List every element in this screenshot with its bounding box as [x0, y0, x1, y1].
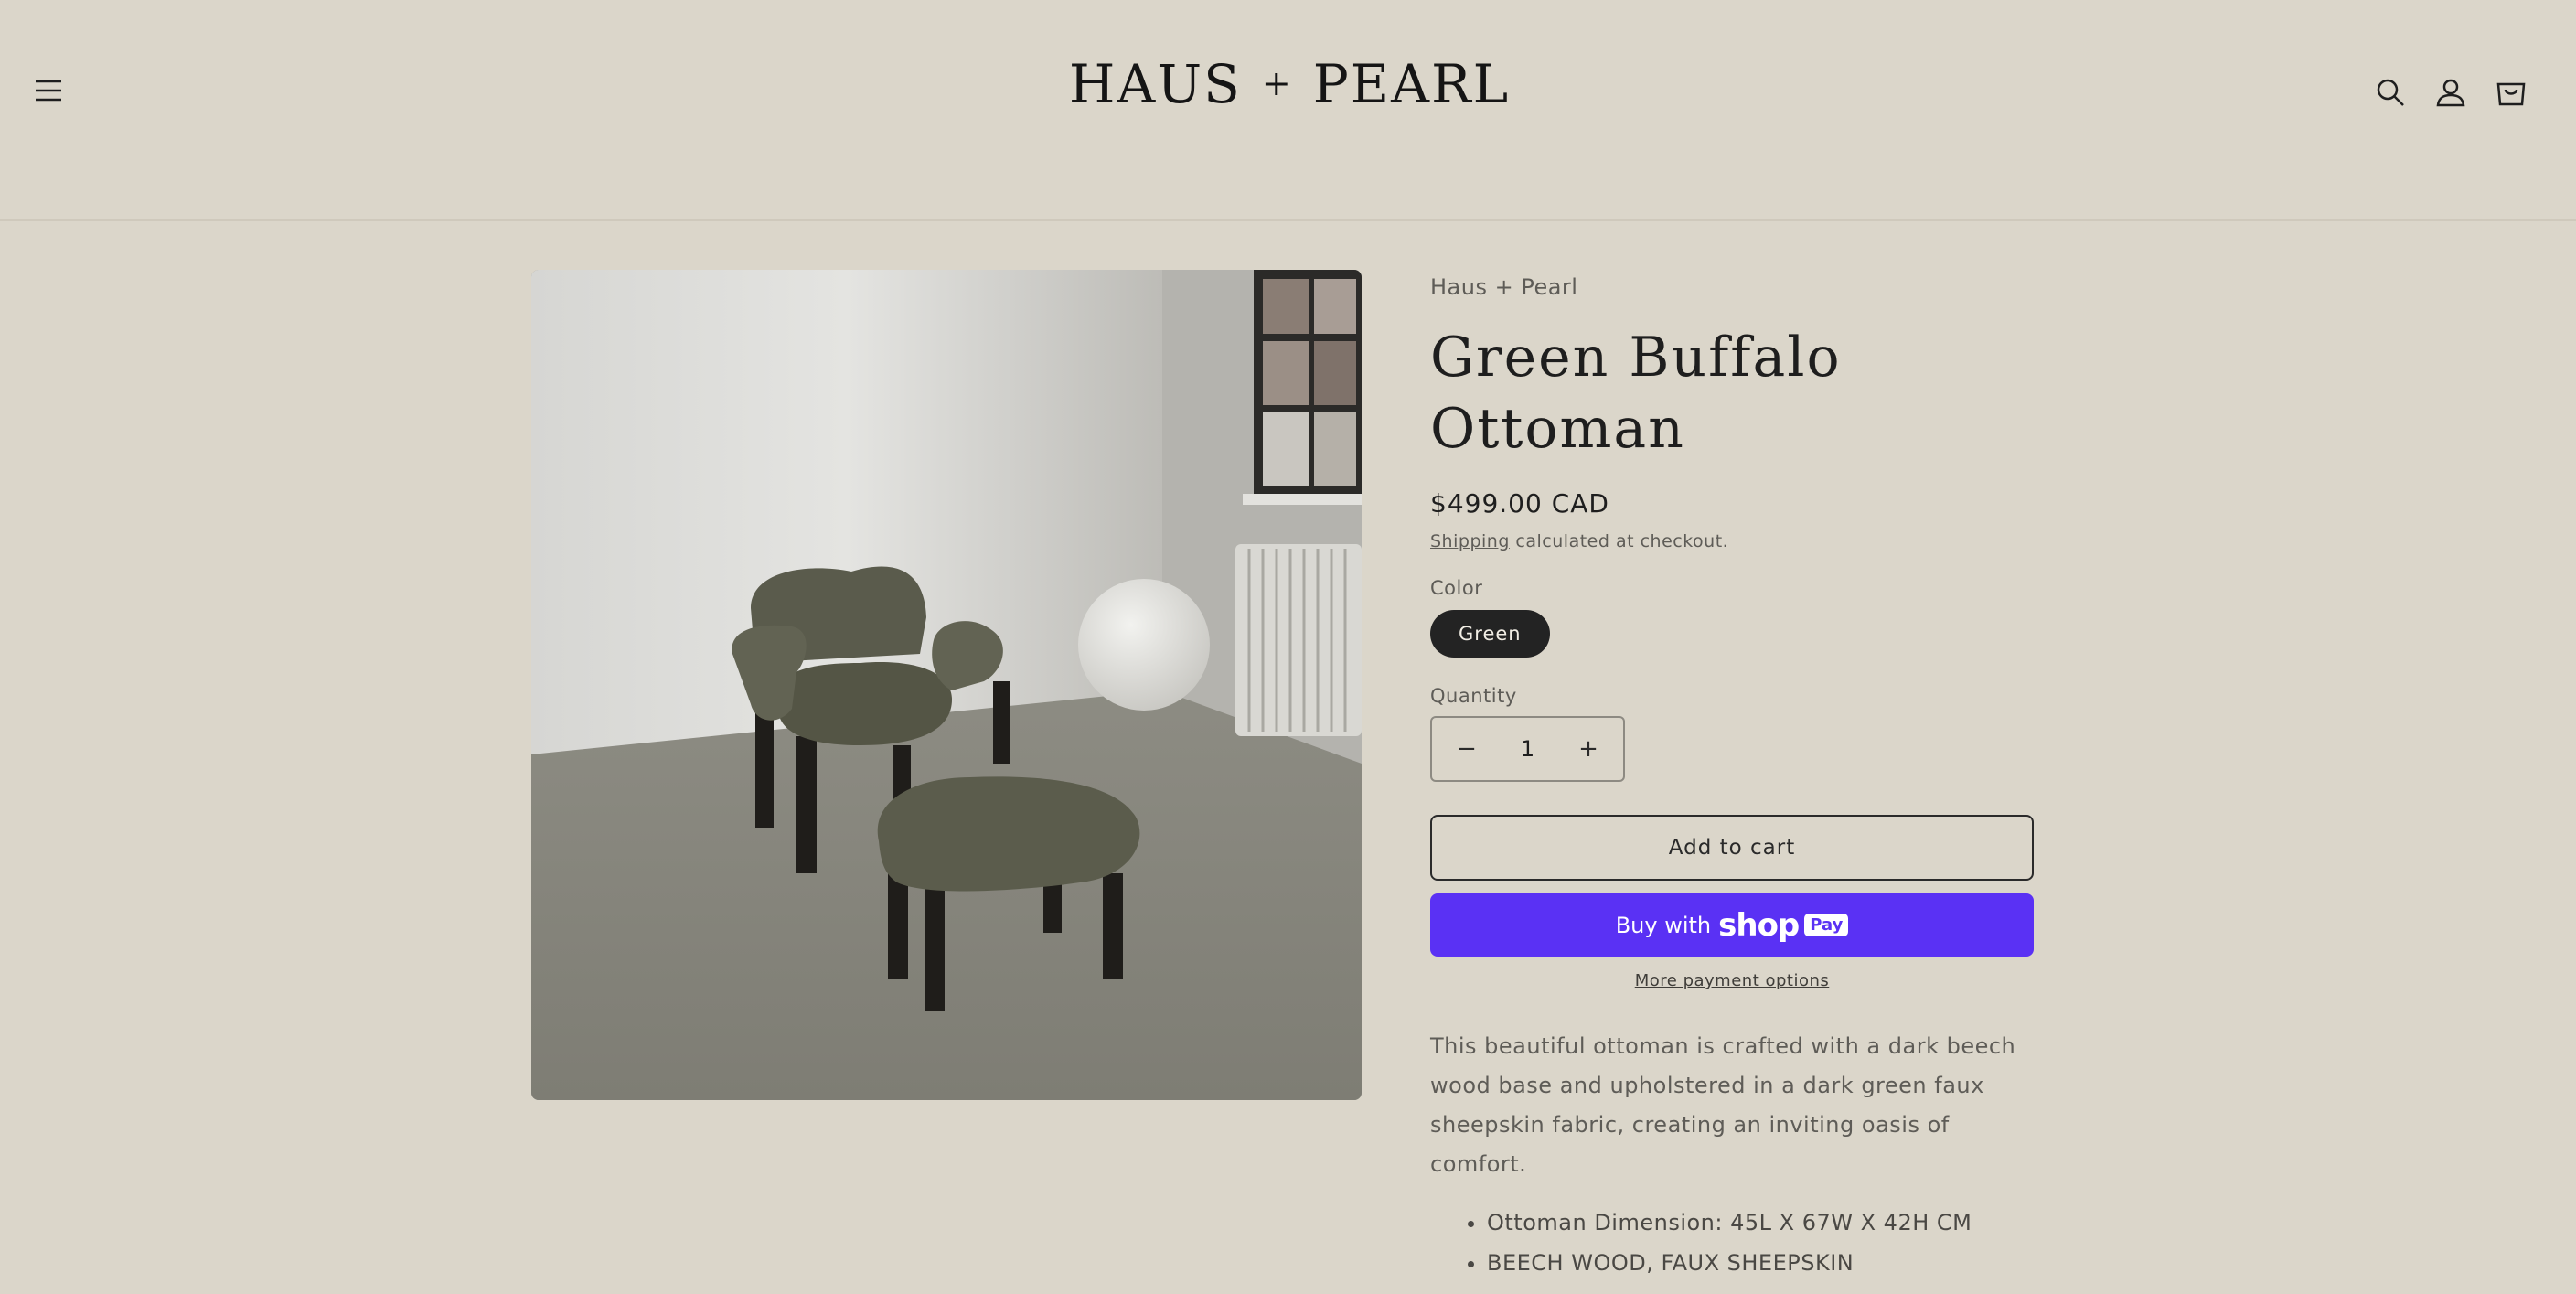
shipping-note-text: calculated at checkout. [1509, 531, 1729, 551]
color-option-green[interactable]: Green [1430, 610, 1550, 658]
search-icon[interactable] [2375, 77, 2406, 108]
product-title: Green Buffalo Ottoman [1430, 322, 2034, 465]
quantity-input[interactable]: 1 [1521, 736, 1534, 762]
product-vendor: Haus + Pearl [1430, 274, 1578, 300]
more-payment-options-link[interactable]: More payment options [1635, 971, 1830, 990]
quantity-decrease-button[interactable]: − [1450, 733, 1483, 765]
quantity-stepper: − 1 + [1430, 716, 1625, 782]
logo-right: PEARL [1312, 53, 1511, 115]
account-icon[interactable] [2435, 77, 2466, 108]
shipping-note: Shipping calculated at checkout. [1430, 531, 2034, 551]
product-features: Ottoman Dimension: 45L X 67W X 42H CM BE… [1430, 1203, 2034, 1283]
product-photo [531, 270, 1362, 1100]
logo-left: HAUS [1068, 53, 1242, 115]
product-price: $499.00 CAD [1430, 488, 1609, 519]
menu-icon[interactable] [33, 75, 64, 106]
product-info: Haus + Pearl Green Buffalo Ottoman $499.… [1430, 274, 2034, 1283]
product-image[interactable] [531, 270, 1362, 1100]
pay-badge: Pay [1804, 914, 1849, 936]
product-title-line2: Ottoman [1430, 397, 1685, 461]
product-description: This beautiful ottoman is crafted with a… [1430, 1033, 2016, 1177]
shipping-link[interactable]: Shipping [1430, 531, 1510, 551]
quantity-increase-button[interactable]: + [1572, 733, 1605, 765]
quantity-label: Quantity [1430, 685, 1517, 707]
site-logo[interactable]: HAUS + PEARL [1052, 53, 1527, 115]
more-payment-options: More payment options [1430, 971, 2034, 990]
add-to-cart-button[interactable]: Add to cart [1430, 815, 2034, 881]
feature-item: Ottoman Dimension: 45L X 67W X 42H CM [1487, 1203, 2034, 1243]
logo-plus: + [1261, 63, 1293, 103]
shop-pay-button[interactable]: Buy with shop Pay [1430, 893, 2034, 957]
color-label: Color [1430, 577, 1483, 599]
product-title-line1: Green Buffalo [1430, 326, 1842, 390]
site-header: HAUS + PEARL [0, 0, 2576, 221]
shop-pay-buy-with: Buy with [1615, 912, 1712, 938]
cart-icon[interactable] [2496, 77, 2527, 108]
shop-logo: shop [1718, 906, 1800, 944]
feature-item: BEECH WOOD, FAUX SHEEPSKIN [1487, 1243, 2034, 1283]
